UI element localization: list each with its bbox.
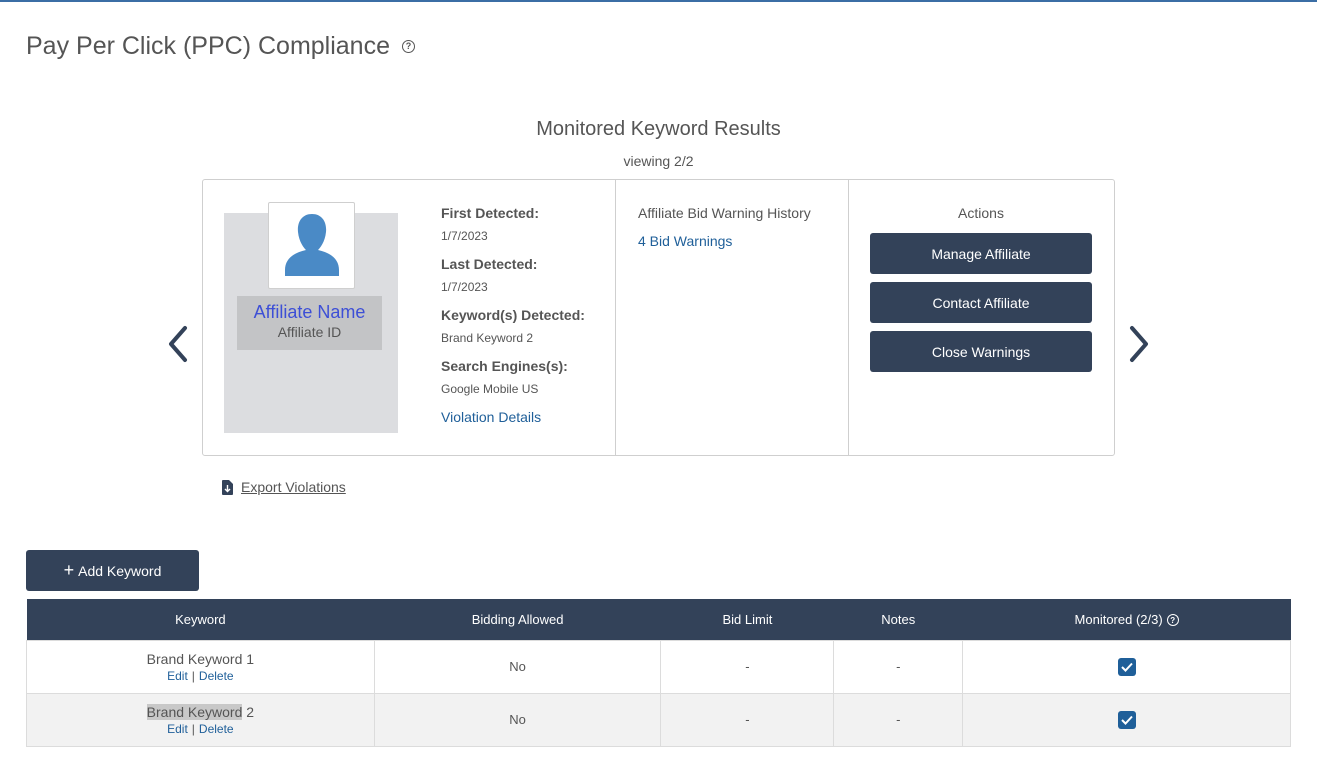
export-violations-link[interactable]: Export Violations [241,479,346,495]
last-detected-value: 1/7/2023 [441,280,488,294]
search-engines-label: Search Engines(s): [441,358,568,374]
edit-link[interactable]: Edit [167,722,188,736]
monitored-cell [962,692,1291,747]
close-warnings-button[interactable]: Close Warnings [870,331,1092,372]
top-border [0,0,1317,2]
notes-cell: - [833,639,964,694]
actions-panel: Actions Manage Affiliate Contact Affilia… [849,205,1115,372]
export-violations[interactable]: Export Violations [222,479,346,495]
bid-limit-cell: - [660,639,835,694]
help-icon[interactable]: ? [1166,614,1179,627]
user-icon [284,214,339,276]
affiliate-label: Affiliate Name Affiliate ID [237,296,382,350]
bid-warning-title: Affiliate Bid Warning History [638,205,811,221]
header-monitored[interactable]: Monitored (2/3)? [962,599,1291,640]
monitored-checkbox[interactable] [1117,657,1136,676]
manage-affiliate-button[interactable]: Manage Affiliate [870,233,1092,274]
bidding-allowed-cell: No [373,639,662,694]
avatar [268,202,355,289]
notes-cell: - [833,692,964,747]
violation-details-link[interactable]: Violation Details [441,409,541,425]
contact-affiliate-button[interactable]: Contact Affiliate [870,282,1092,323]
next-arrow-icon[interactable] [1124,322,1154,366]
bid-warnings-link[interactable]: 4 Bid Warnings [638,233,811,249]
keyword-name: Brand Keyword 1 [146,650,255,667]
delete-link[interactable]: Delete [199,722,234,736]
monitored-checkbox[interactable] [1117,710,1136,729]
header-notes[interactable]: Notes [833,599,963,640]
table-row: Brand Keyword 2 Edit | Delete No - - [26,692,1291,747]
bid-limit-cell: - [660,692,835,747]
add-keyword-button[interactable]: + Add Keyword [26,550,199,591]
check-icon [1120,662,1133,672]
violation-card: Affiliate Name Affiliate ID First Detect… [202,179,1115,456]
keyword-cell: Brand Keyword 1 Edit | Delete [26,639,375,694]
delete-link[interactable]: Delete [199,669,234,683]
keyword-highlight: Brand Keyword [146,703,243,720]
check-icon [1120,715,1133,725]
edit-link[interactable]: Edit [167,669,188,683]
search-engines-value: Google Mobile US [441,382,539,396]
actions-title: Actions [958,205,1004,221]
help-icon[interactable]: ? [402,40,415,53]
keyword-actions: Edit | Delete [167,668,234,683]
page-title-text: Pay Per Click (PPC) Compliance [26,32,390,60]
violation-details: First Detected: 1/7/2023 Last Detected: … [441,205,616,427]
viewing-count: viewing 2/2 [623,153,694,169]
table-header-row: Keyword Bidding Allowed Bid Limit Notes … [26,599,1291,640]
affiliate-id: Affiliate ID [277,324,342,340]
header-bidding-allowed[interactable]: Bidding Allowed [374,599,661,640]
header-monitored-label: Monitored (2/3) [1074,611,1163,627]
page-title: Pay Per Click (PPC) Compliance ? [26,32,415,61]
keywords-table: Keyword Bidding Allowed Bid Limit Notes … [26,599,1291,747]
last-detected-label: Last Detected: [441,256,538,272]
first-detected-label: First Detected: [441,205,540,221]
header-keyword[interactable]: Keyword [26,599,375,640]
keyword-rest: 2 [242,703,255,720]
keyword-name: Brand Keyword 2 [27,703,374,720]
keyword-actions: Edit | Delete [167,721,234,736]
table-row: Brand Keyword 1 Edit | Delete No - - [26,639,1291,694]
divider [615,180,616,455]
keywords-detected-label: Keyword(s) Detected: [441,307,585,323]
results-title: Monitored Keyword Results [536,118,781,140]
keyword-cell: Brand Keyword 2 Edit | Delete [26,692,375,747]
first-detected-value: 1/7/2023 [441,229,488,243]
bidding-allowed-cell: No [373,692,662,747]
file-download-icon [222,479,233,495]
keywords-detected-value: Brand Keyword 2 [441,331,534,345]
add-keyword-label: Add Keyword [78,563,162,579]
previous-arrow-icon[interactable] [163,322,193,366]
affiliate-name[interactable]: Affiliate Name [237,302,382,323]
plus-icon: + [63,560,75,580]
header-bid-limit[interactable]: Bid Limit [660,599,834,640]
bid-warning-history: Affiliate Bid Warning History 4 Bid Warn… [638,205,811,249]
monitored-cell [962,639,1291,694]
